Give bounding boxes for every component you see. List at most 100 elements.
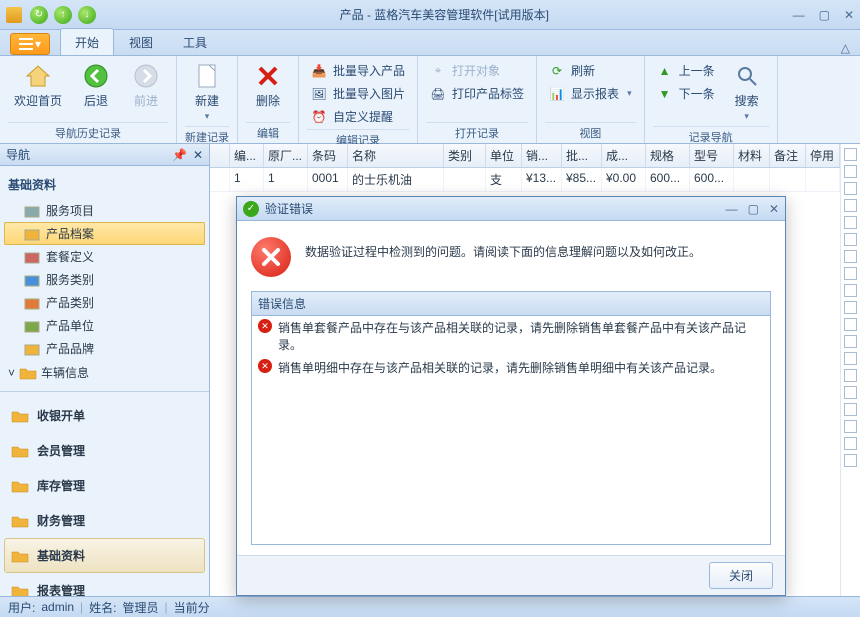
open-object-label: 打开对象 — [452, 62, 500, 79]
back-button[interactable]: 后退 — [74, 60, 118, 111]
column-header-7[interactable]: 销... — [522, 144, 562, 167]
show-report-button[interactable]: 📊显示报表▾ — [545, 83, 636, 104]
qnav-down-icon[interactable]: ↓ — [78, 6, 96, 24]
ribbon-collapse-icon[interactable]: △ — [841, 41, 850, 55]
tree-expand-vehicle[interactable]: ˅车辆信息 — [4, 360, 205, 385]
category-0[interactable]: 收银开单 — [4, 398, 205, 433]
group-edit: 删除 编辑 — [238, 56, 299, 143]
close-icon[interactable]: ✕ — [844, 8, 854, 22]
category-label: 库存管理 — [37, 477, 85, 494]
row-checkbox[interactable] — [844, 437, 857, 450]
row-checkbox[interactable] — [844, 284, 857, 297]
row-checkbox[interactable] — [844, 369, 857, 382]
row-checkbox[interactable] — [844, 454, 857, 467]
delete-button[interactable]: 删除 — [246, 60, 290, 111]
category-2[interactable]: 库存管理 — [4, 468, 205, 503]
tree-item-0[interactable]: 服务项目 — [4, 199, 205, 222]
column-header-13[interactable]: 备注 — [770, 144, 806, 167]
row-checkbox[interactable] — [844, 250, 857, 263]
row-checkbox[interactable] — [844, 165, 857, 178]
category-4[interactable]: 基础资料 — [4, 538, 205, 573]
row-checkbox[interactable] — [844, 335, 857, 348]
row-checkbox[interactable] — [844, 182, 857, 195]
row-checkbox[interactable] — [844, 216, 857, 229]
column-header-5[interactable]: 类别 — [444, 144, 486, 167]
row-checkbox[interactable] — [844, 386, 857, 399]
row-checkbox[interactable] — [844, 420, 857, 433]
dialog-close-button[interactable]: 关闭 — [709, 562, 773, 589]
batch-import-product-button[interactable]: 📥批量导入产品 — [307, 60, 409, 81]
sidebar-close-icon[interactable]: ✕ — [193, 148, 203, 162]
row-checkbox[interactable] — [844, 199, 857, 212]
open-object-button[interactable]: ⌖ 打开对象 — [426, 60, 528, 81]
column-header-9[interactable]: 成... — [602, 144, 646, 167]
column-header-14[interactable]: 停用 — [806, 144, 840, 167]
column-header-3[interactable]: 条码 — [308, 144, 348, 167]
dialog-maximize-icon[interactable]: ▢ — [748, 202, 759, 216]
open-icon: ⌖ — [430, 63, 446, 79]
app-icon — [6, 7, 22, 23]
column-header-11[interactable]: 型号 — [690, 144, 734, 167]
column-header-10[interactable]: 规格 — [646, 144, 690, 167]
new-button[interactable]: 新建▾ — [185, 60, 229, 124]
category-3[interactable]: 财务管理 — [4, 503, 205, 538]
column-header-0[interactable] — [210, 144, 230, 167]
minimize-icon[interactable]: — — [793, 8, 805, 22]
tree-item-4[interactable]: 产品类别 — [4, 291, 205, 314]
maximize-icon[interactable]: ▢ — [819, 8, 830, 22]
custom-reminder-button[interactable]: ⏰自定义提醒 — [307, 106, 409, 127]
search-icon — [733, 62, 761, 90]
next-record-button[interactable]: ▼下一条 — [653, 83, 719, 104]
import-icon: 📥 — [311, 63, 327, 79]
row-checkbox[interactable] — [844, 403, 857, 416]
tab-start[interactable]: 开始 — [60, 28, 114, 55]
column-header-2[interactable]: 原厂... — [264, 144, 308, 167]
tab-view[interactable]: 视图 — [114, 28, 168, 55]
row-checkbox[interactable] — [844, 148, 857, 161]
ribbon-tabs: ▾ 开始 视图 工具 △ — [0, 30, 860, 56]
batch-import-image-button[interactable]: 🖼批量导入图片 — [307, 83, 409, 104]
column-header-1[interactable]: 编... — [230, 144, 264, 167]
sidebar-pin-icon[interactable]: 📌 — [172, 148, 187, 162]
row-checkbox[interactable] — [844, 267, 857, 280]
category-1[interactable]: 会员管理 — [4, 433, 205, 468]
row-checkbox[interactable] — [844, 301, 857, 314]
print-tag-button[interactable]: 🖨打印产品标签 — [426, 83, 528, 104]
tab-tools[interactable]: 工具 — [168, 28, 222, 55]
tree-item-2[interactable]: 套餐定义 — [4, 245, 205, 268]
group-history-label: 导航历史记录 — [8, 122, 168, 141]
qnav-up-icon[interactable]: ↑ — [54, 6, 72, 24]
tree-item-5[interactable]: 产品单位 — [4, 314, 205, 337]
tree-item-6[interactable]: 产品品牌 — [4, 337, 205, 360]
row-checkbox[interactable] — [844, 318, 857, 331]
tree-item-1[interactable]: 产品档案 — [4, 222, 205, 245]
column-header-12[interactable]: 材料 — [734, 144, 770, 167]
qnav-refresh-icon[interactable]: ↻ — [30, 6, 48, 24]
refresh-button[interactable]: ⟳刷新 — [545, 60, 636, 81]
column-header-6[interactable]: 单位 — [486, 144, 522, 167]
prev-record-button[interactable]: ▲上一条 — [653, 60, 719, 81]
group-new-label: 新建记录 — [185, 126, 229, 145]
column-header-8[interactable]: 批... — [562, 144, 602, 167]
group-recordnav-label: 记录导航 — [653, 126, 769, 145]
reminder-icon: ⏰ — [311, 109, 327, 125]
error-text: 销售单套餐产品中存在与该产品相关联的记录，请先删除销售单套餐产品中有关该产品记录… — [278, 319, 764, 353]
up-icon: ▲ — [657, 63, 673, 79]
tree-item-label: 产品档案 — [46, 225, 94, 242]
cell: ¥85... — [562, 168, 602, 191]
tree-item-3[interactable]: 服务类别 — [4, 268, 205, 291]
table-row[interactable]: 110001的士乐机油支¥13...¥85...¥0.00600...600..… — [210, 168, 840, 192]
tree-section-title: 基础资料 — [4, 172, 205, 199]
home-button[interactable]: 欢迎首页 — [8, 60, 68, 111]
status-extra: 当前分 — [174, 599, 210, 616]
row-checkbox[interactable] — [844, 233, 857, 246]
dialog-minimize-icon[interactable]: — — [726, 202, 738, 216]
category-5[interactable]: 报表管理 — [4, 573, 205, 596]
search-button[interactable]: 搜索▾ — [725, 60, 769, 124]
row-checkbox[interactable] — [844, 352, 857, 365]
app-menu-button[interactable]: ▾ — [10, 33, 50, 55]
dialog-close-icon[interactable]: ✕ — [769, 202, 779, 216]
group-view: ⟳刷新 📊显示报表▾ 视图 — [537, 56, 645, 143]
column-header-4[interactable]: 名称 — [348, 144, 444, 167]
forward-label: 前进 — [134, 92, 158, 109]
